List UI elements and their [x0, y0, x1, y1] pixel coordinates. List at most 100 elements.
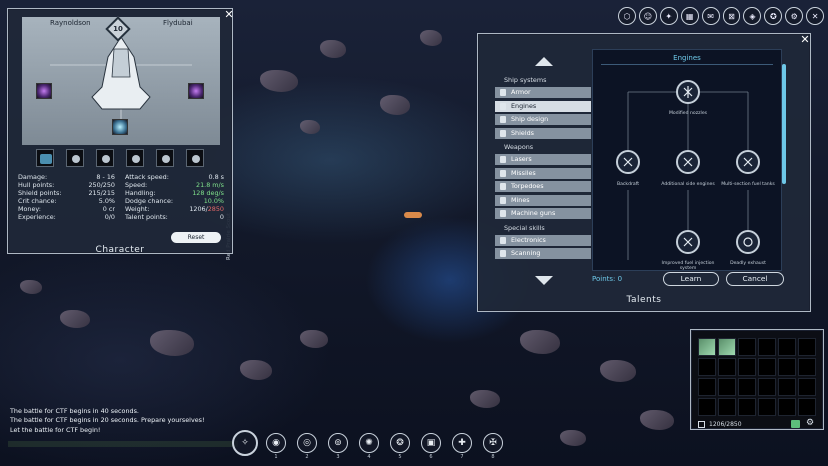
- inventory-slot[interactable]: [798, 358, 816, 376]
- engine-slot[interactable]: [112, 119, 128, 135]
- inventory-slot[interactable]: [778, 378, 796, 396]
- equip-slot-special[interactable]: [186, 149, 204, 167]
- category-shields[interactable]: Shields: [495, 127, 591, 139]
- character-panel: ✕ Raynoldson Flydubai 10 Damage: 8 - 16 At…: [7, 8, 234, 255]
- inventory-slot[interactable]: [738, 378, 756, 396]
- equip-slot-shield[interactable]: [36, 149, 54, 167]
- hotbar-slot-8[interactable]: ✠ 8: [480, 430, 506, 460]
- inventory-weight: 1206/2850: [709, 421, 742, 428]
- inventory-slot[interactable]: [698, 338, 716, 356]
- sort-icon[interactable]: [791, 420, 800, 428]
- hotbar-slot-7[interactable]: ✚ 7: [449, 430, 475, 460]
- inventory-slot[interactable]: [738, 338, 756, 356]
- talent-node-backdraft[interactable]: [616, 150, 640, 174]
- achievements-icon[interactable]: ✪: [764, 7, 783, 25]
- category-ship-design[interactable]: Ship design: [495, 114, 591, 125]
- talent-label: Improved fuel injection system: [661, 261, 715, 271]
- inventory-slot[interactable]: [718, 358, 736, 376]
- hotbar-slot-3[interactable]: ⊚ 3: [325, 430, 351, 460]
- equip-slot-armor[interactable]: [66, 149, 84, 167]
- category-machine-guns[interactable]: Machine guns: [495, 208, 591, 219]
- inventory-slot[interactable]: [798, 398, 816, 416]
- category-electronics[interactable]: Electronics: [495, 234, 591, 246]
- hotbar-slot-2[interactable]: ◎ 2: [294, 430, 320, 460]
- inventory-slot[interactable]: [718, 378, 736, 396]
- equip-slot-electronics[interactable]: [156, 149, 174, 167]
- talent-label: Additional side engines: [661, 182, 715, 187]
- chat-input[interactable]: [8, 441, 238, 447]
- asteroid: [240, 360, 272, 380]
- reset-button[interactable]: Reset: [171, 232, 221, 243]
- inventory-slot[interactable]: [778, 358, 796, 376]
- weapon-slot-left[interactable]: [36, 83, 52, 99]
- ability-icon: ❂: [390, 433, 410, 453]
- inventory-slot[interactable]: [758, 338, 776, 356]
- talent-label: Multi-section fuel tanks: [721, 182, 775, 187]
- player-ship[interactable]: [404, 212, 422, 218]
- equip-slot-engine[interactable]: [96, 149, 114, 167]
- talents-icon[interactable]: ✦: [659, 7, 678, 25]
- inventory-slot[interactable]: [698, 378, 716, 396]
- close-icon[interactable]: ✕: [224, 9, 234, 20]
- inventory-slot[interactable]: [778, 338, 796, 356]
- ability-icon: ✚: [452, 433, 472, 453]
- category-header: Special skills: [504, 223, 545, 232]
- inventory-slot[interactable]: [738, 398, 756, 416]
- chat-icon[interactable]: ✉: [701, 7, 720, 25]
- inventory-slot[interactable]: [698, 398, 716, 416]
- quests-icon[interactable]: ◈: [743, 7, 762, 25]
- talents-panel: ✕ Ship systems Armor Engines Ship design…: [477, 33, 811, 312]
- hotbar-slot-1[interactable]: ◉ 1: [263, 430, 289, 460]
- equip-slot-scanner[interactable]: [126, 149, 144, 167]
- hotbar-slot-4[interactable]: ✺ 4: [356, 430, 382, 460]
- talent-label: Deadly exhaust: [730, 261, 766, 266]
- tree-scrollbar[interactable]: [782, 64, 786, 184]
- category-armor[interactable]: Armor: [495, 87, 591, 98]
- hotbar-slot-6[interactable]: ▣ 6: [418, 430, 444, 460]
- cancel-button[interactable]: Cancel: [726, 272, 784, 286]
- category-missiles[interactable]: Missiles: [495, 167, 591, 179]
- learn-button[interactable]: Learn: [663, 272, 719, 286]
- mail-icon[interactable]: ⊠: [722, 7, 741, 25]
- category-header: Weapons: [504, 143, 534, 151]
- inventory-slot[interactable]: [778, 398, 796, 416]
- ability-icon: ▣: [421, 433, 441, 453]
- category-torpedoes[interactable]: Torpedoes: [495, 181, 591, 192]
- hotbar-slot-5[interactable]: ❂ 5: [387, 430, 413, 460]
- talent-node-additional-side-engines[interactable]: [676, 150, 700, 174]
- inventory-slot[interactable]: [758, 378, 776, 396]
- ability-icon: ✺: [359, 433, 379, 453]
- asteroid: [260, 70, 298, 92]
- hotbar-main-ability[interactable]: ✧: [232, 430, 258, 456]
- chat-message: Let the battle for CTF begin!: [10, 425, 101, 434]
- category-engines[interactable]: Engines: [495, 100, 591, 112]
- inventory-slot[interactable]: [718, 398, 736, 416]
- scroll-down-arrow-icon[interactable]: [535, 276, 553, 285]
- settings-icon[interactable]: ⚙: [806, 419, 814, 428]
- ship-icon[interactable]: ⬡: [618, 7, 636, 25]
- close-icon[interactable]: ✕: [806, 7, 825, 25]
- inventory-slot[interactable]: [798, 378, 816, 396]
- inventory-slot[interactable]: [718, 338, 736, 356]
- category-scanning[interactable]: Scanning: [495, 248, 591, 259]
- weapon-slot-right[interactable]: [188, 83, 204, 99]
- talent-categories: Ship systems Armor Engines Ship design S…: [495, 74, 591, 262]
- talent-node-multi-section-fuel-tanks[interactable]: [736, 150, 760, 174]
- inventory-slot[interactable]: [798, 338, 816, 356]
- asteroid: [150, 330, 194, 356]
- asteroid: [20, 280, 42, 294]
- talent-node-deadly-exhaust[interactable]: [736, 230, 760, 254]
- close-icon[interactable]: ✕: [800, 34, 810, 45]
- inventory-slot[interactable]: [758, 398, 776, 416]
- settings-icon[interactable]: ⚙: [785, 7, 804, 25]
- map-icon[interactable]: ▦: [680, 7, 699, 25]
- inventory-slot[interactable]: [738, 358, 756, 376]
- talent-node-improved-fuel-injection[interactable]: [676, 230, 700, 254]
- scroll-up-arrow-icon[interactable]: [535, 57, 553, 66]
- category-mines[interactable]: Mines: [495, 194, 591, 206]
- inventory-slot[interactable]: [758, 358, 776, 376]
- category-lasers[interactable]: Lasers: [495, 154, 591, 165]
- talent-node-modified-nozzles[interactable]: [676, 80, 700, 104]
- character-icon[interactable]: ☺: [638, 7, 657, 25]
- inventory-slot[interactable]: [698, 358, 716, 376]
